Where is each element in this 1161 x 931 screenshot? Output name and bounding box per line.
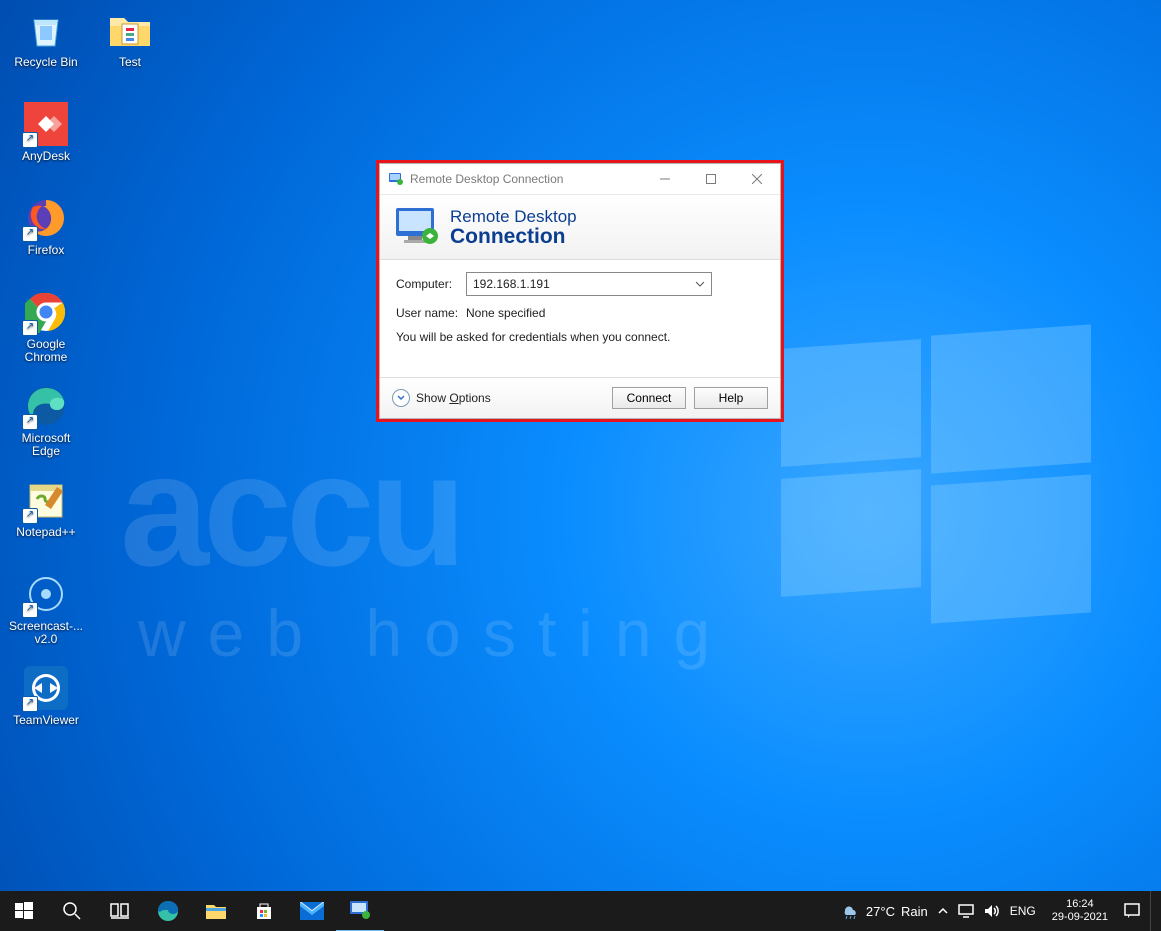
chevron-down-icon <box>392 389 410 407</box>
icon-label: Firefox <box>8 244 84 257</box>
teamviewer-icon: ↗ <box>22 664 70 712</box>
username-value: None specified <box>466 306 545 320</box>
titlebar[interactable]: Remote Desktop Connection <box>380 164 780 195</box>
windows-logo-wallpaper <box>781 330 1091 610</box>
computer-value: 192.168.1.191 <box>473 277 550 291</box>
volume-icon[interactable] <box>984 904 1000 918</box>
rdp-window[interactable]: Remote Desktop Connection Remote Desktop… <box>379 163 781 419</box>
desktop-icon-teamviewer[interactable]: ↗ TeamViewer <box>8 664 84 750</box>
taskbar-store[interactable] <box>240 891 288 931</box>
desktop-icon-test[interactable]: Test <box>92 6 168 92</box>
banner-line2: Connection <box>450 226 577 248</box>
icon-label: AnyDesk <box>8 150 84 163</box>
desktop[interactable]: accu web hosting Recycle Bin ↗ AnyDesk ↗… <box>0 0 1161 931</box>
edge-icon: ↗ <box>22 382 70 430</box>
anydesk-icon: ↗ <box>22 100 70 148</box>
close-button[interactable] <box>734 164 780 194</box>
watermark: accu web hosting <box>120 430 732 666</box>
desktop-icon-chrome[interactable]: ↗ Google Chrome <box>8 288 84 374</box>
show-options-toggle[interactable]: Show Options <box>392 389 491 407</box>
chrome-icon: ↗ <box>22 288 70 336</box>
date: 29-09-2021 <box>1052 911 1108 924</box>
taskbar[interactable]: 27°C Rain ENG 16:24 29-09-2021 <box>0 891 1161 931</box>
rdp-banner-icon <box>394 206 440 248</box>
desktop-icon-firefox[interactable]: ↗ Firefox <box>8 194 84 280</box>
folder-icon <box>106 6 154 54</box>
icon-label: Recycle Bin <box>8 56 84 69</box>
desktop-icon-screencast[interactable]: ↗ Screencast-... v2.0 <box>8 570 84 656</box>
taskbar-explorer[interactable] <box>192 891 240 931</box>
weather-temp: 27°C <box>866 904 895 919</box>
system-tray: 27°C Rain ENG 16:24 29-09-2021 <box>840 891 1161 931</box>
task-view-button[interactable] <box>96 891 144 931</box>
weather-icon <box>840 901 860 921</box>
icon-label: TeamViewer <box>8 714 84 727</box>
taskbar-rdp[interactable] <box>336 890 384 931</box>
window-title: Remote Desktop Connection <box>410 172 642 186</box>
screencast-icon: ↗ <box>22 570 70 618</box>
rdp-window-highlight: Remote Desktop Connection Remote Desktop… <box>376 160 784 422</box>
weather-cond: Rain <box>901 904 928 919</box>
credentials-note: You will be asked for credentials when y… <box>396 330 764 344</box>
username-label: User name: <box>396 306 466 320</box>
desktop-icon-recycle-bin[interactable]: Recycle Bin <box>8 6 84 92</box>
action-center-icon[interactable] <box>1124 903 1140 919</box>
desktop-icon-notepadpp[interactable]: ↗ Notepad++ <box>8 476 84 562</box>
weather-widget[interactable]: 27°C Rain <box>840 901 928 921</box>
banner-line1: Remote Desktop <box>450 207 577 226</box>
help-button[interactable]: Help <box>694 387 768 409</box>
language-indicator[interactable]: ENG <box>1010 904 1036 918</box>
maximize-button[interactable] <box>688 164 734 194</box>
tray-overflow[interactable] <box>938 906 948 916</box>
notepadpp-icon: ↗ <box>22 476 70 524</box>
watermark-top: accu <box>120 430 732 590</box>
chevron-down-icon <box>695 279 705 289</box>
taskbar-edge[interactable] <box>144 891 192 931</box>
rdp-app-icon <box>388 171 404 187</box>
clock[interactable]: 16:24 29-09-2021 <box>1046 898 1114 924</box>
minimize-button[interactable] <box>642 164 688 194</box>
rdp-banner: Remote Desktop Connection <box>380 195 780 260</box>
icon-label: Microsoft Edge <box>8 432 84 458</box>
icon-label: Screencast-... v2.0 <box>8 620 84 646</box>
time: 16:24 <box>1052 898 1108 911</box>
show-desktop-button[interactable] <box>1150 891 1157 931</box>
desktop-icon-edge[interactable]: ↗ Microsoft Edge <box>8 382 84 468</box>
icon-label: Notepad++ <box>8 526 84 539</box>
search-button[interactable] <box>48 891 96 931</box>
desktop-icon-anydesk[interactable]: ↗ AnyDesk <box>8 100 84 186</box>
start-button[interactable] <box>0 891 48 931</box>
icon-label: Google Chrome <box>8 338 84 364</box>
connect-button[interactable]: Connect <box>612 387 686 409</box>
computer-combobox[interactable]: 192.168.1.191 <box>466 272 712 296</box>
icon-label: Test <box>92 56 168 69</box>
tray-monitor-icon[interactable] <box>958 904 974 918</box>
firefox-icon: ↗ <box>22 194 70 242</box>
taskbar-mail[interactable] <box>288 891 336 931</box>
recycle-bin-icon <box>22 6 70 54</box>
computer-label: Computer: <box>396 277 466 291</box>
watermark-bottom: web hosting <box>120 600 732 666</box>
